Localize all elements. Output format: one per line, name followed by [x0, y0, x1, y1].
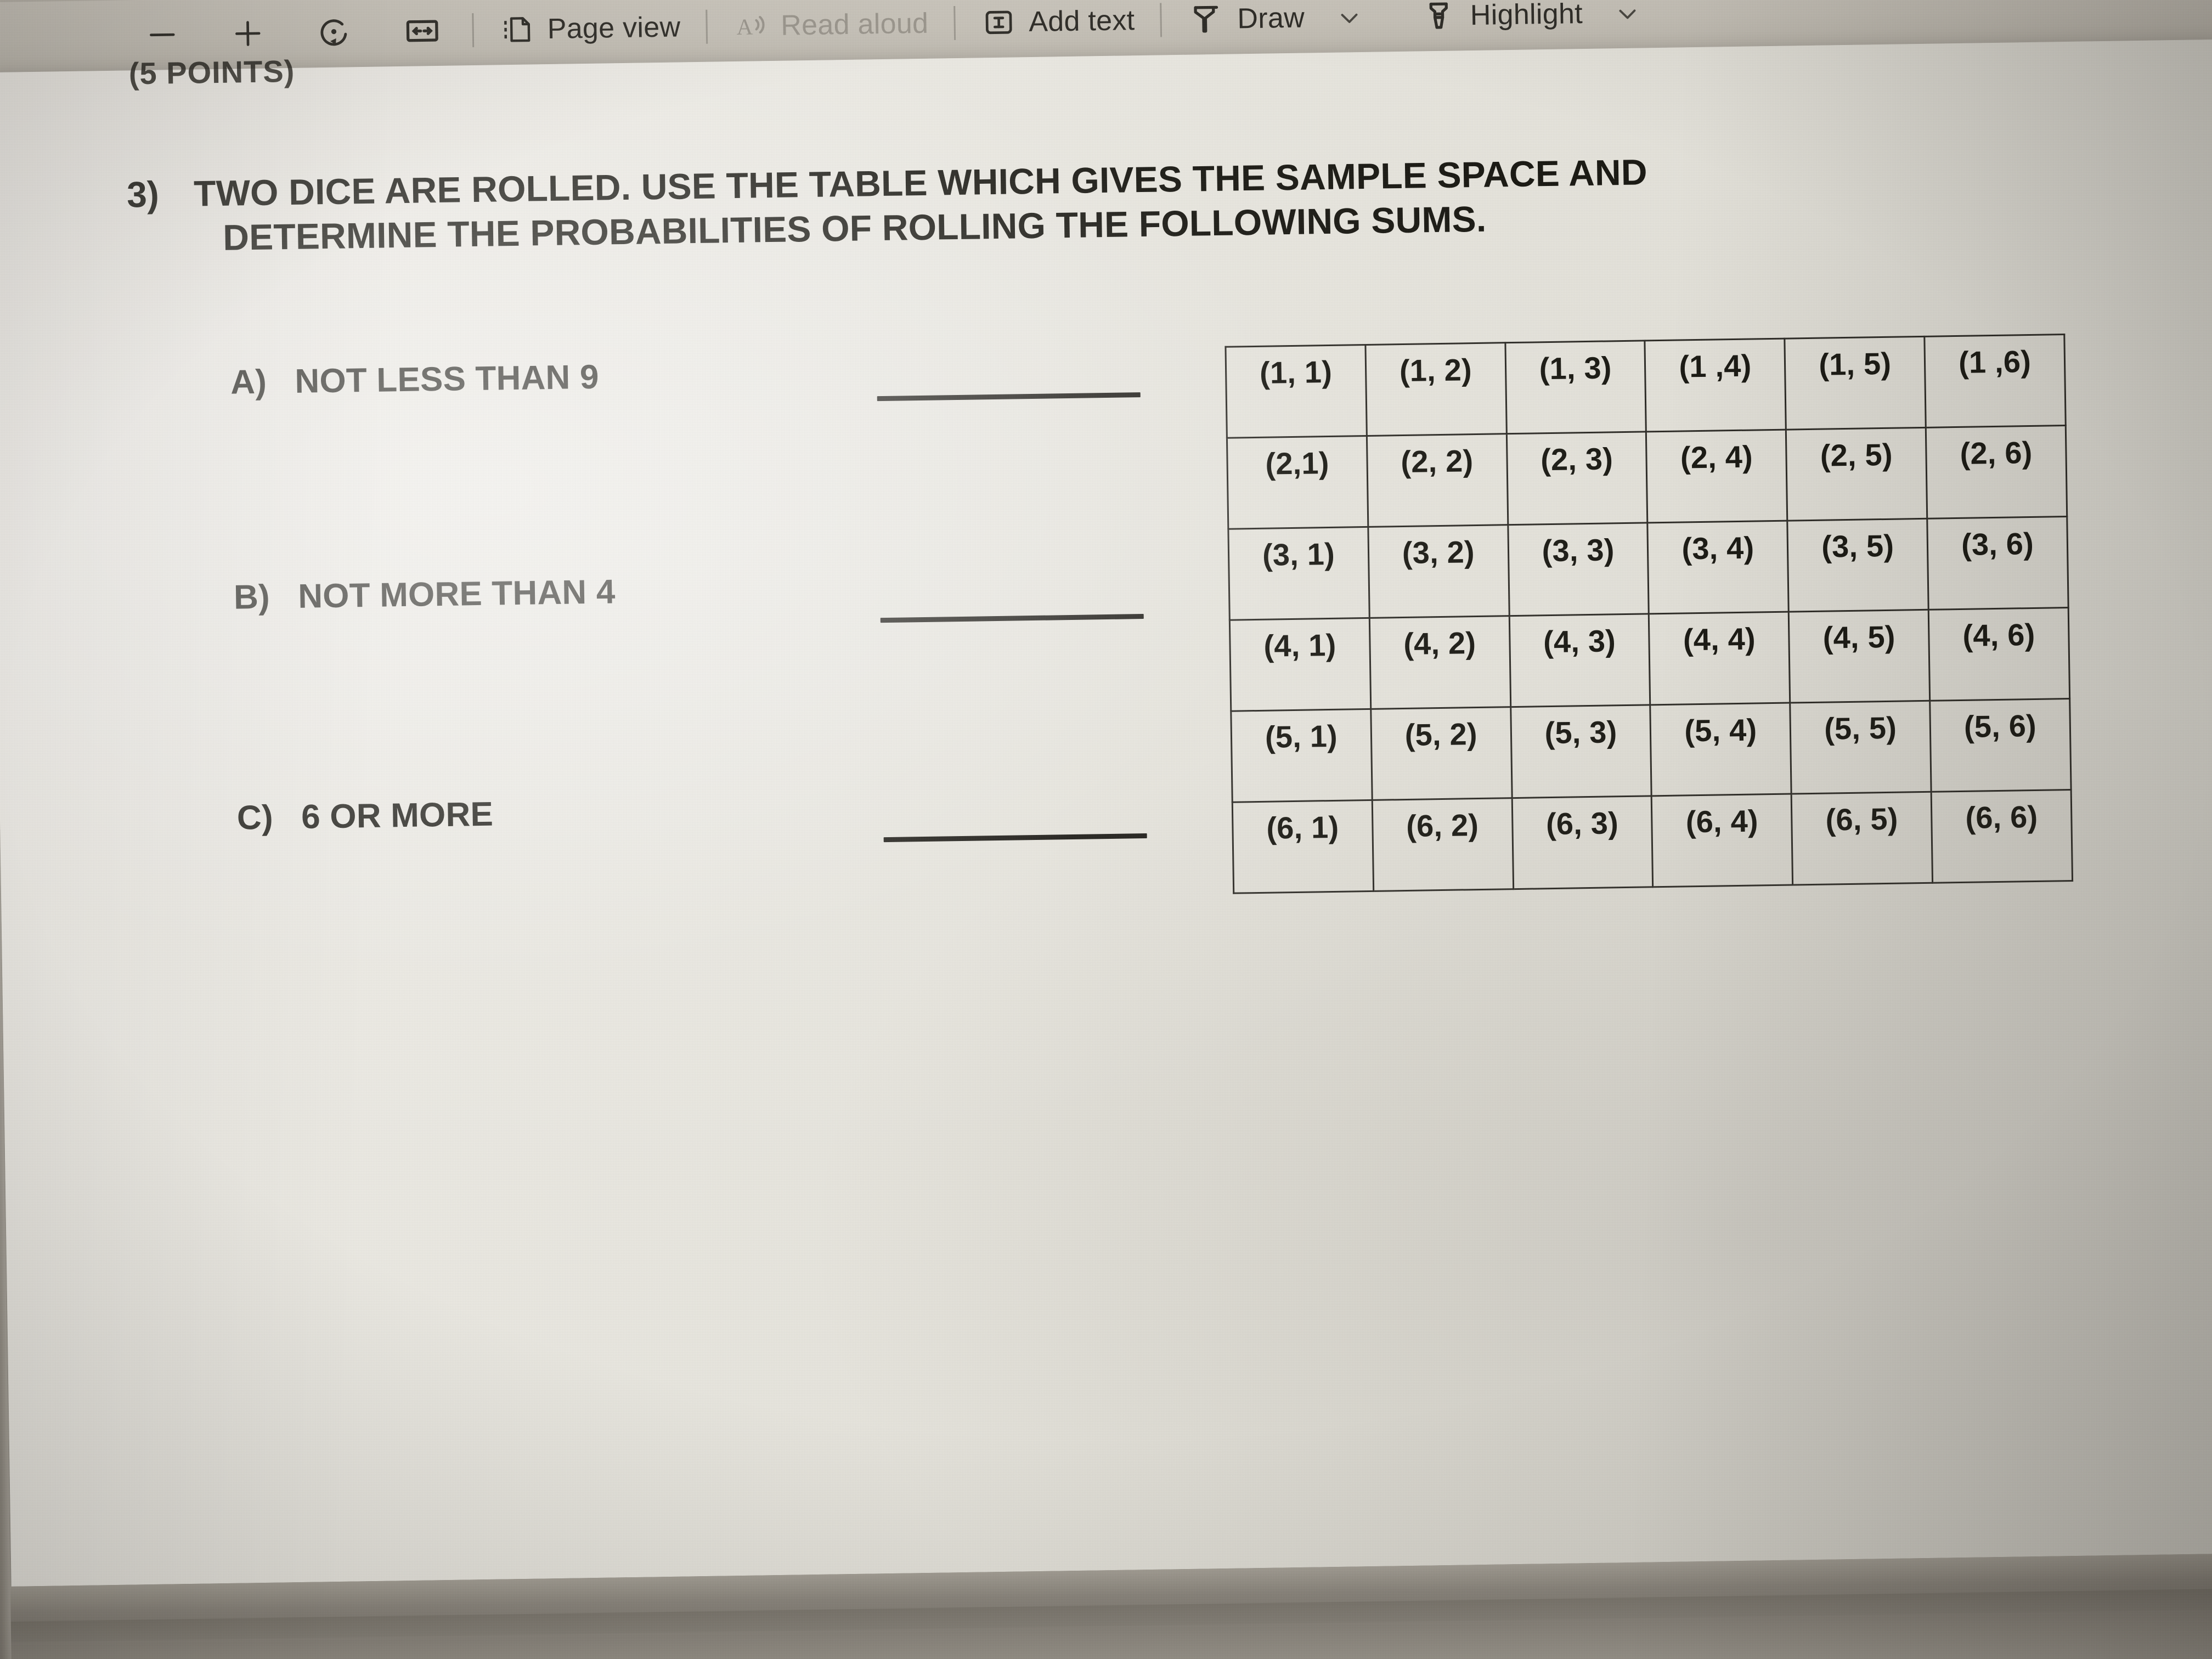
- table-cell: (3, 4): [1647, 521, 1789, 614]
- table-row: (1, 1) (1, 2) (1, 3) (1 ,4) (1, 5) (1 ,6): [1225, 334, 2066, 438]
- table-row: (2,1) (2, 2) (2, 3) (2, 4) (2, 5) (2, 6): [1227, 425, 2067, 529]
- part-a-text: NOT LESS THAN 9: [294, 358, 600, 400]
- part-a: A) NOT LESS THAN 9: [230, 358, 599, 402]
- table-cell: (2, 4): [1646, 430, 1788, 523]
- monitor-photo: Page view A Read aloud Add text Draw Hig…: [0, 0, 2212, 1659]
- table-cell: (2, 5): [1786, 427, 1927, 521]
- table-cell: (3, 1): [1228, 527, 1370, 620]
- table-cell: (4, 1): [1229, 618, 1371, 712]
- toolbar-separator: [472, 13, 475, 48]
- worksheet-content: (5 POINTS) 3) TWO DICE ARE ROLLED. USE T…: [0, 40, 2212, 1587]
- fit-to-width-button[interactable]: [386, 7, 458, 55]
- add-text-icon: [985, 10, 1012, 35]
- draw-label: Draw: [1237, 2, 1305, 35]
- table-cell: (6, 1): [1232, 800, 1374, 894]
- table-row: (6, 1) (6, 2) (6, 3) (6, 4) (6, 5) (6, 6): [1232, 789, 2073, 894]
- zoom-out-button[interactable]: [127, 12, 197, 58]
- part-c-answer-blank[interactable]: [883, 833, 1147, 843]
- table-cell: (6, 2): [1372, 798, 1514, 891]
- table-cell: (1, 1): [1225, 345, 1367, 438]
- table-cell: (2, 6): [1926, 425, 2067, 519]
- add-text-label: Add text: [1028, 4, 1135, 38]
- table-cell: (4, 6): [1928, 607, 2070, 701]
- table-cell: (6, 5): [1791, 792, 1933, 885]
- table-cell: (1, 2): [1365, 342, 1507, 436]
- toolbar-separator: [1159, 3, 1162, 37]
- table-cell: (5, 1): [1231, 709, 1373, 803]
- table-cell: (3, 2): [1368, 524, 1509, 618]
- question-number: 3): [126, 173, 160, 215]
- toolbar-separator: [953, 6, 956, 41]
- page-view-label: Page view: [547, 11, 681, 46]
- chevron-down-icon[interactable]: [1613, 0, 1643, 27]
- part-b-answer-blank[interactable]: [880, 614, 1144, 623]
- table-cell: (1 ,6): [1924, 334, 2066, 428]
- table-row: (5, 1) (5, 2) (5, 3) (5, 4) (5, 5) (5, 6): [1231, 698, 2072, 803]
- table-cell: (5, 2): [1370, 707, 1512, 800]
- part-b-text: NOT MORE THAN 4: [297, 573, 616, 616]
- table-cell: (4, 2): [1369, 616, 1511, 709]
- table-cell: (1, 5): [1785, 336, 1926, 430]
- highlighter-icon: [1429, 2, 1448, 29]
- part-a-answer-blank[interactable]: [877, 392, 1141, 402]
- table-cell: (1 ,4): [1645, 338, 1786, 432]
- table-cell: (5, 6): [1929, 698, 2072, 792]
- plus-icon: [235, 21, 261, 46]
- page-view-icon: [504, 17, 531, 42]
- table-cell: (6, 3): [1511, 795, 1654, 889]
- pen-icon: [1194, 5, 1218, 33]
- svg-text:A: A: [736, 14, 753, 40]
- read-aloud-button[interactable]: A Read aloud: [721, 2, 940, 48]
- question-text: TWO DICE ARE ROLLED. USE THE TABLE WHICH…: [194, 144, 2071, 260]
- table-cell: (4, 5): [1788, 610, 1930, 703]
- part-b: B) NOT MORE THAN 4: [234, 572, 616, 617]
- table-cell: (3, 3): [1508, 522, 1649, 616]
- read-aloud-label: Read aloud: [780, 7, 929, 42]
- points-label-clipped: (5 POINTS): [128, 59, 295, 91]
- part-a-tag: A): [230, 363, 267, 402]
- minus-icon: [150, 33, 175, 37]
- read-aloud-icon: A: [736, 14, 765, 40]
- table-row: (4, 1) (4, 2) (4, 3) (4, 4) (4, 5) (4, 6): [1229, 607, 2070, 712]
- table-cell: (2, 3): [1506, 431, 1648, 525]
- page-view-button[interactable]: Page view: [488, 5, 692, 51]
- table-cell: (4, 4): [1649, 612, 1791, 705]
- table-row: (3, 1) (3, 2) (3, 3) (3, 4) (3, 5) (3, 6): [1228, 516, 2069, 620]
- table-cell: (6, 4): [1651, 794, 1793, 887]
- pdf-page[interactable]: (5 POINTS) 3) TWO DICE ARE ROLLED. USE T…: [0, 39, 2212, 1587]
- table-cell: (6, 6): [1931, 789, 2073, 883]
- table-cell: (5, 5): [1790, 701, 1932, 794]
- screen-contents: Page view A Read aloud Add text Draw Hig…: [0, 0, 2212, 1659]
- zoom-in-button[interactable]: [213, 10, 283, 57]
- chevron-down-icon[interactable]: [1335, 3, 1364, 32]
- part-c-text: 6 OR MORE: [301, 795, 494, 836]
- sample-space-table: (1, 1) (1, 2) (1, 3) (1 ,4) (1, 5) (1 ,6) (2,1…: [1224, 334, 2073, 894]
- table-cell: (5, 4): [1650, 703, 1792, 796]
- table-cell: (2,1): [1227, 436, 1368, 529]
- part-b-tag: B): [233, 578, 270, 617]
- table-cell: (1, 3): [1505, 340, 1646, 434]
- fit-to-width-icon: [406, 20, 438, 42]
- table-cell: (5, 3): [1510, 704, 1652, 798]
- table-cell: (3, 6): [1927, 516, 2069, 610]
- draw-button[interactable]: Draw: [1176, 0, 1375, 42]
- table-cell: (4, 3): [1509, 613, 1651, 707]
- table-cell: (3, 5): [1787, 518, 1929, 612]
- toolbar-separator: [705, 9, 708, 44]
- highlight-label: Highlight: [1470, 0, 1583, 32]
- part-c-tag: C): [236, 798, 274, 837]
- add-text-button[interactable]: Add text: [969, 0, 1146, 44]
- rotate-button[interactable]: [298, 8, 370, 57]
- highlight-button[interactable]: Highlight: [1408, 0, 1653, 39]
- rotate-icon: [320, 19, 347, 46]
- part-c: C) 6 OR MORE: [236, 795, 493, 838]
- sample-space-table-body: (1, 1) (1, 2) (1, 3) (1 ,4) (1, 5) (1 ,6) (2,1…: [1225, 334, 2073, 894]
- table-cell: (2, 2): [1367, 433, 1508, 527]
